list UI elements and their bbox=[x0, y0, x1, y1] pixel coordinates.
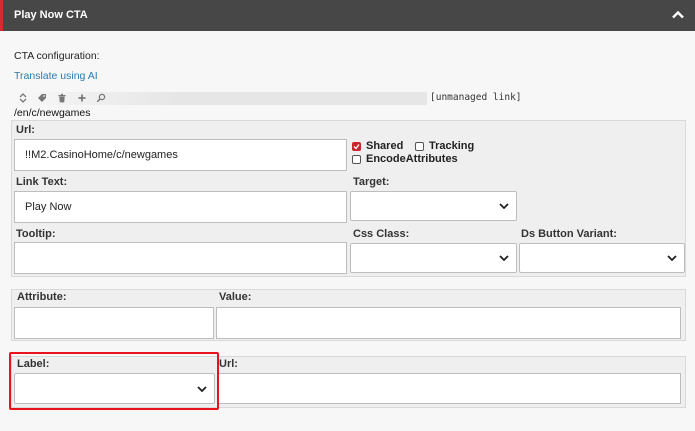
ds-button-variant-label: Ds Button Variant: bbox=[521, 228, 617, 240]
trash-icon[interactable] bbox=[57, 93, 67, 103]
search-icon[interactable] bbox=[96, 93, 106, 103]
sort-icon[interactable] bbox=[18, 93, 28, 103]
tracking-label: Tracking bbox=[429, 140, 475, 152]
attribute-input[interactable] bbox=[14, 307, 214, 339]
value-label: Value: bbox=[219, 291, 252, 303]
section-header[interactable]: Play Now CTA bbox=[0, 0, 695, 31]
css-class-label: Css Class: bbox=[353, 228, 410, 240]
url2-label: Url: bbox=[219, 358, 238, 370]
translate-link[interactable]: Translate using AI bbox=[14, 70, 98, 82]
link-text-label: Link Text: bbox=[16, 176, 68, 188]
highlight-box bbox=[9, 352, 219, 410]
ds-button-variant-select[interactable] bbox=[519, 243, 685, 273]
shared-checkbox[interactable] bbox=[352, 142, 361, 151]
chevron-down-icon bbox=[499, 203, 509, 209]
css-class-select[interactable] bbox=[350, 243, 517, 273]
chevron-up-icon[interactable] bbox=[672, 10, 684, 19]
value-input[interactable] bbox=[216, 307, 681, 339]
shared-label: Shared bbox=[366, 140, 404, 152]
chevron-down-icon bbox=[499, 255, 509, 261]
plus-icon[interactable] bbox=[77, 93, 87, 103]
tooltip-label: Tooltip: bbox=[16, 228, 56, 240]
link-path: /en/c/newgames bbox=[14, 107, 91, 119]
cta-config-label: CTA configuration: bbox=[14, 50, 100, 62]
target-label: Target: bbox=[353, 176, 390, 188]
link-text-value: Play Now bbox=[25, 201, 72, 213]
target-select[interactable] bbox=[350, 191, 517, 221]
encode-attributes-label: EncodeAttributes bbox=[366, 153, 458, 165]
url-label: Url: bbox=[16, 124, 35, 136]
url-value: !!M2.CasinoHome/c/newgames bbox=[25, 149, 178, 161]
url2-input[interactable] bbox=[217, 373, 681, 404]
section-title: Play Now CTA bbox=[14, 9, 88, 21]
encode-attributes-checkbox[interactable] bbox=[352, 155, 361, 164]
tracking-checkbox[interactable] bbox=[415, 142, 424, 151]
chevron-down-icon bbox=[667, 255, 677, 261]
tooltip-input[interactable] bbox=[14, 242, 347, 274]
link-toolbar bbox=[14, 92, 427, 105]
attribute-label: Attribute: bbox=[17, 291, 67, 303]
link-text-input[interactable]: Play Now bbox=[14, 191, 347, 223]
tag-icon[interactable] bbox=[37, 93, 47, 103]
url-input[interactable]: !!M2.CasinoHome/c/newgames bbox=[14, 139, 347, 171]
check-icon bbox=[353, 144, 360, 150]
unmanaged-link-indicator: [unmanaged link] bbox=[430, 92, 522, 103]
